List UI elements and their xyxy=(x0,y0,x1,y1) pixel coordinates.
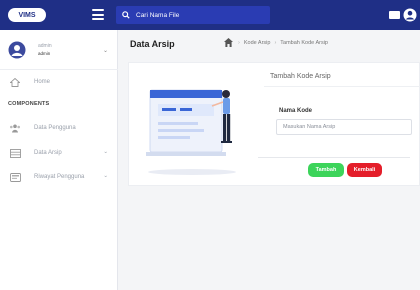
breadcrumb-item-current: Tambah Kode Arsip xyxy=(280,40,328,46)
kembali-button[interactable]: Kembali xyxy=(347,163,382,177)
brand-logo[interactable]: VIMS xyxy=(8,8,46,22)
sidebar-item-label: Data Pengguna xyxy=(34,125,76,131)
tambah-button[interactable]: Tambah xyxy=(308,163,344,177)
search-bar[interactable]: Cari Nama File xyxy=(116,6,270,24)
mail-icon[interactable] xyxy=(389,11,400,19)
sidebar-profile[interactable]: admin admin ⌄ xyxy=(8,40,110,62)
user-account-icon[interactable] xyxy=(403,8,417,22)
breadcrumb: › Kode Arsip › Tambah Kode Arsip xyxy=(238,40,328,46)
sidebar: admin admin ⌄ Home COMPONENTS Data Pengg… xyxy=(0,30,118,290)
nama-kode-input[interactable] xyxy=(276,119,412,135)
sidebar-item-riwayat-pengguna[interactable]: Riwayat Pengguna ⌄ xyxy=(8,170,112,184)
avatar-icon xyxy=(8,41,26,59)
sidebar-item-data-arsip[interactable]: Data Arsip ⌄ xyxy=(8,146,112,160)
home-icon[interactable] xyxy=(223,37,234,48)
sidebar-item-label: Data Arsip xyxy=(34,150,62,156)
profile-role: admin xyxy=(38,51,51,56)
brand-logo-text: VIMS xyxy=(18,11,36,19)
history-icon xyxy=(8,171,22,183)
page-title: Data Arsip xyxy=(130,39,175,49)
profile-name: admin xyxy=(38,43,52,49)
sidebar-item-home[interactable]: Home xyxy=(8,75,112,89)
search-icon xyxy=(122,11,130,19)
search-placeholder[interactable]: Cari Nama File xyxy=(136,12,179,19)
form-title: Tambah Kode Arsip xyxy=(270,73,331,80)
top-navbar: VIMS Cari Nama File xyxy=(0,0,420,30)
table-icon xyxy=(8,147,22,159)
divider xyxy=(264,86,420,87)
sidebar-item-label: Riwayat Pengguna xyxy=(34,174,85,180)
home-icon xyxy=(8,76,22,88)
chevron-down-icon: ⌄ xyxy=(103,173,108,179)
nama-kode-label: Nama Kode xyxy=(279,108,313,114)
archive-illustration xyxy=(146,89,236,175)
section-title: COMPONENTS xyxy=(8,101,50,107)
divider xyxy=(258,157,410,158)
sidebar-item-data-pengguna[interactable]: Data Pengguna xyxy=(8,121,112,135)
users-icon xyxy=(8,122,22,134)
sidebar-item-label: Home xyxy=(34,79,51,85)
divider xyxy=(0,69,118,70)
sidebar-toggle-icon[interactable] xyxy=(92,9,104,20)
chevron-down-icon[interactable]: ⌄ xyxy=(103,47,108,54)
breadcrumb-item-kode-arsip[interactable]: Kode Arsip xyxy=(244,40,271,46)
chevron-down-icon: ⌄ xyxy=(103,149,108,155)
